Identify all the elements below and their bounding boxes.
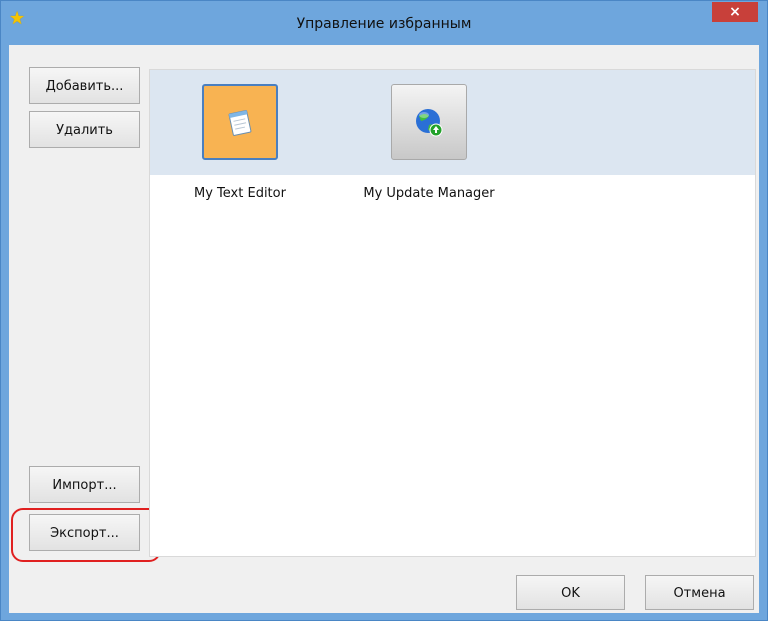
- favorites-panel: My Text Editor My Update Manager: [149, 69, 756, 557]
- favorites-dialog: ★ Управление избранным × Добавить... Уда…: [0, 0, 768, 621]
- add-button[interactable]: Добавить...: [29, 67, 140, 104]
- globe-update-icon: [416, 109, 443, 137]
- favorite-label-text-editor: My Text Editor: [194, 186, 286, 201]
- cancel-button[interactable]: Отмена: [645, 575, 754, 610]
- export-highlight-ring: [11, 508, 161, 562]
- favorite-label-update-manager: My Update Manager: [363, 186, 495, 201]
- notepad-icon: [228, 110, 252, 136]
- close-button[interactable]: ×: [712, 2, 758, 22]
- favorite-tile-update-manager[interactable]: [391, 84, 467, 160]
- title-bar: ★ Управление избранным ×: [1, 1, 767, 45]
- remove-button[interactable]: Удалить: [29, 111, 140, 148]
- favorite-tile-text-editor[interactable]: [202, 84, 278, 160]
- import-button[interactable]: Импорт...: [29, 466, 140, 503]
- ok-button[interactable]: OK: [516, 575, 625, 610]
- dialog-body: Добавить... Удалить Импорт... Экспорт...…: [9, 45, 759, 613]
- dialog-title: Управление избранным: [296, 16, 472, 32]
